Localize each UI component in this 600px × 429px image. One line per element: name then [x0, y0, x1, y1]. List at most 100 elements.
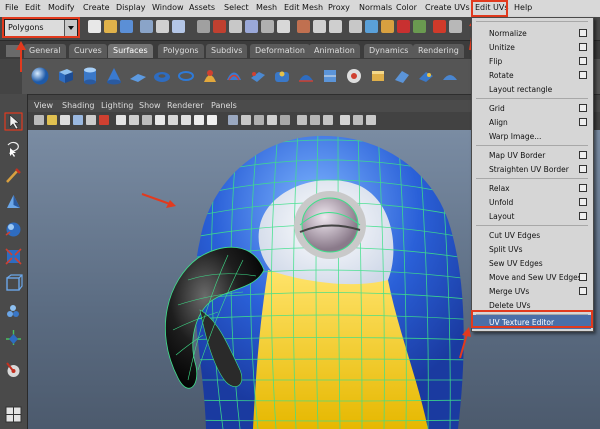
menu-mesh[interactable]: Mesh: [256, 3, 277, 12]
menu-item-move-and-sew-uv-edges[interactable]: Move and Sew UV Edges: [472, 270, 591, 284]
render-icon[interactable]: [449, 20, 462, 33]
menu-item-flip[interactable]: Flip: [472, 54, 591, 68]
gate-mask-icon[interactable]: [129, 115, 139, 125]
tab-surfaces[interactable]: Surfaces: [108, 44, 153, 58]
tab-curves[interactable]: Curves: [69, 44, 107, 58]
depth-of-field-icon[interactable]: [340, 115, 350, 125]
smooth-shade-icon[interactable]: [194, 115, 204, 125]
isolate-icon[interactable]: [267, 115, 277, 125]
menu-item-straighten-uv-border[interactable]: Straighten UV Border: [472, 162, 591, 176]
menu-item-cut-uv-edges[interactable]: Cut UV Edges: [472, 228, 591, 242]
tab-polygons[interactable]: Polygons: [158, 44, 204, 58]
bevel-icon[interactable]: [368, 66, 388, 86]
planar-icon[interactable]: [248, 66, 268, 86]
anti-alias-icon[interactable]: [323, 115, 333, 125]
nurbs-cylinder-icon[interactable]: [80, 66, 100, 86]
high-quality-icon[interactable]: [280, 115, 290, 125]
panel-menu-lighting[interactable]: Lighting: [101, 101, 133, 110]
image-plane-icon[interactable]: [73, 115, 83, 125]
nurbs-cube-icon[interactable]: [56, 66, 76, 86]
lights-icon[interactable]: [228, 115, 238, 125]
extrude-icon[interactable]: [272, 66, 292, 86]
snap-plane-icon[interactable]: [397, 20, 410, 33]
new-scene-icon[interactable]: [88, 20, 101, 33]
wireframe-icon[interactable]: [181, 115, 191, 125]
layout-icon[interactable]: [4, 405, 23, 424]
menu-color[interactable]: Color: [396, 3, 417, 12]
grid-icon[interactable]: [86, 115, 96, 125]
trim-tool-icon[interactable]: [416, 66, 436, 86]
snap-grid-icon[interactable]: [349, 20, 362, 33]
tab-deformation[interactable]: Deformation: [250, 44, 310, 58]
option-box-icon[interactable]: [579, 151, 587, 159]
menu-edit-mesh[interactable]: Edit Mesh: [284, 3, 323, 12]
birail-icon[interactable]: [296, 66, 316, 86]
nurbs-plane-icon[interactable]: [128, 66, 148, 86]
nurbs-circle-icon[interactable]: [176, 66, 196, 86]
menu-item-grid[interactable]: Grid: [472, 101, 591, 115]
menu-item-unfold[interactable]: Unfold: [472, 195, 591, 209]
safe-action-icon[interactable]: [155, 115, 165, 125]
panel-menu-view[interactable]: View: [34, 101, 53, 110]
menu-tearoff[interactable]: [476, 21, 588, 22]
xray-icon[interactable]: [254, 115, 264, 125]
mask-vertex-icon[interactable]: [197, 20, 210, 33]
select-tool-icon[interactable]: [4, 112, 23, 131]
lasso-tool-icon[interactable]: [4, 139, 23, 158]
select-component-icon[interactable]: [172, 20, 185, 33]
safe-title-icon[interactable]: [168, 115, 178, 125]
option-box-icon[interactable]: [579, 29, 587, 37]
mask-deformer-icon[interactable]: [277, 20, 290, 33]
option-box-icon[interactable]: [579, 165, 587, 173]
select-object-icon[interactable]: [156, 20, 169, 33]
history-icon[interactable]: [433, 20, 446, 33]
menu-file[interactable]: File: [5, 3, 18, 12]
nurbs-cone-icon[interactable]: [104, 66, 124, 86]
open-scene-icon[interactable]: [104, 20, 117, 33]
menu-window[interactable]: Window: [152, 3, 184, 12]
panel-menu-renderer[interactable]: Renderer: [167, 101, 204, 110]
resolution-gate-icon[interactable]: [116, 115, 126, 125]
menu-item-unitize[interactable]: Unitize: [472, 40, 591, 54]
option-box-icon[interactable]: [579, 104, 587, 112]
mask-surface-icon[interactable]: [261, 20, 274, 33]
mask-joint-icon[interactable]: [229, 20, 242, 33]
show-manipulator-icon[interactable]: [4, 328, 23, 347]
tab-dynamics[interactable]: Dynamics: [364, 44, 414, 58]
menu-select[interactable]: Select: [224, 3, 249, 12]
panel-layout-icon[interactable]: [353, 115, 363, 125]
select-camera-icon[interactable]: [34, 115, 44, 125]
move-tool-icon[interactable]: [4, 193, 23, 212]
motion-blur-icon[interactable]: [310, 115, 320, 125]
option-box-icon[interactable]: [579, 287, 587, 295]
menu-item-relax[interactable]: Relax: [472, 181, 591, 195]
scale-tool-icon[interactable]: [4, 247, 23, 266]
square-surface-icon[interactable]: [344, 66, 364, 86]
universal-manipulator-icon[interactable]: [4, 274, 23, 293]
menu-modify[interactable]: Modify: [48, 3, 75, 12]
mask-dynamics-icon[interactable]: [297, 20, 310, 33]
menu-item-sew-uv-edges[interactable]: Sew UV Edges: [472, 256, 591, 270]
menu-item-normalize[interactable]: Normalize: [472, 26, 591, 40]
option-box-icon[interactable]: [579, 184, 587, 192]
option-box-icon[interactable]: [579, 71, 587, 79]
panel-menu-panels[interactable]: Panels: [211, 101, 237, 110]
select-hierarchy-icon[interactable]: [140, 20, 153, 33]
option-box-icon[interactable]: [579, 198, 587, 206]
option-box-icon[interactable]: [579, 212, 587, 220]
menu-item-layout-rectangle[interactable]: Layout rectangle: [472, 82, 591, 96]
last-tool-icon[interactable]: [4, 360, 23, 379]
tab-subdivs[interactable]: Subdivs: [206, 44, 248, 58]
share-icon[interactable]: [366, 115, 376, 125]
tab-rendering[interactable]: Rendering: [413, 44, 464, 58]
tab-general[interactable]: General: [24, 44, 66, 58]
option-box-icon[interactable]: [579, 43, 587, 51]
mask-handle-icon[interactable]: [213, 20, 226, 33]
boundary-icon[interactable]: [320, 66, 340, 86]
menu-item-merge-uvs[interactable]: Merge UVs: [472, 284, 591, 298]
option-box-icon[interactable]: [579, 57, 587, 65]
project-curve-icon[interactable]: [392, 66, 412, 86]
option-box-icon[interactable]: [579, 118, 587, 126]
snap-point-icon[interactable]: [381, 20, 394, 33]
menu-help[interactable]: Help: [514, 3, 532, 12]
